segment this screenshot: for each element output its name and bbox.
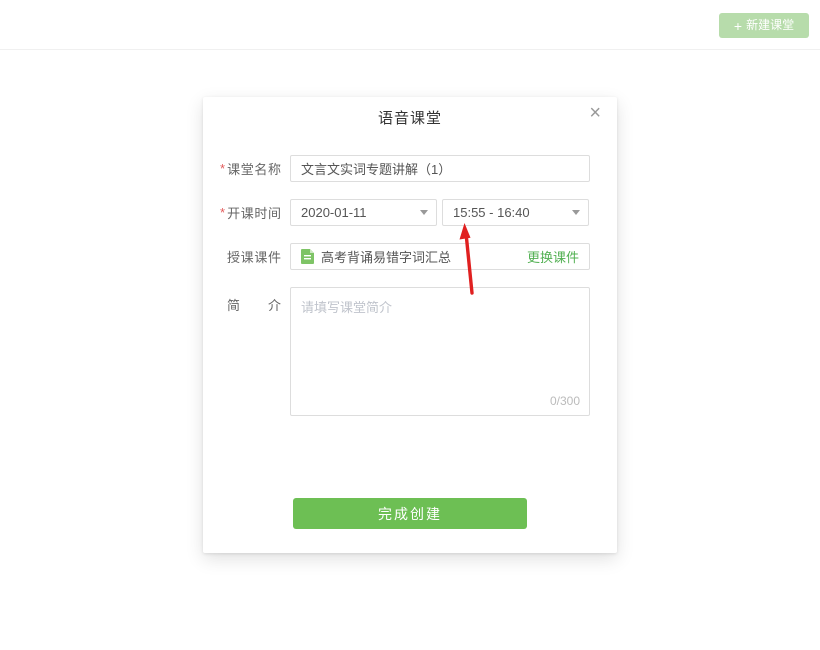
new-class-button-label: 新建课堂	[746, 13, 794, 38]
time-select[interactable]: 15:55 - 16:40	[442, 199, 589, 226]
intro-label: 简介	[220, 287, 290, 314]
courseware-file-name: 高考背诵易错字词汇总	[321, 247, 527, 266]
field-row-start-time: * 开课时间 2020-01-11 15:55 - 16:40	[220, 199, 589, 226]
date-select-value: 2020-01-11	[301, 205, 367, 220]
submit-create-button[interactable]: 完成创建	[293, 498, 527, 529]
required-asterisk: *	[220, 205, 225, 220]
class-name-input[interactable]	[290, 155, 590, 182]
courseware-box: 高考背诵易错字词汇总 更换课件	[290, 243, 590, 270]
class-name-label: * 课堂名称	[220, 159, 290, 178]
new-class-button[interactable]: + 新建课堂	[719, 13, 809, 38]
time-select-value: 15:55 - 16:40	[453, 205, 530, 220]
start-time-label: * 开课时间	[220, 203, 290, 222]
field-row-class-name: * 课堂名称	[220, 155, 590, 182]
file-document-icon	[301, 249, 314, 264]
create-voice-class-modal: 语音课堂 × * 课堂名称 * 开课时间 2020-01-11 15:55 - …	[203, 97, 617, 553]
date-select[interactable]: 2020-01-11	[290, 199, 437, 226]
required-asterisk: *	[220, 161, 225, 176]
field-row-courseware: 授课课件 高考背诵易错字词汇总 更换课件	[220, 243, 590, 270]
field-row-intro: 简介 0/300	[220, 287, 590, 416]
intro-textarea[interactable]	[290, 287, 590, 416]
close-icon[interactable]: ×	[589, 103, 601, 123]
change-courseware-link[interactable]: 更换课件	[527, 247, 579, 266]
chevron-down-icon	[572, 210, 580, 215]
modal-title: 语音课堂	[203, 107, 617, 128]
plus-icon: +	[734, 19, 742, 33]
intro-textarea-wrap: 0/300	[290, 287, 590, 416]
chevron-down-icon	[420, 210, 428, 215]
top-bar: + 新建课堂	[0, 0, 820, 50]
courseware-label: 授课课件	[220, 247, 290, 266]
